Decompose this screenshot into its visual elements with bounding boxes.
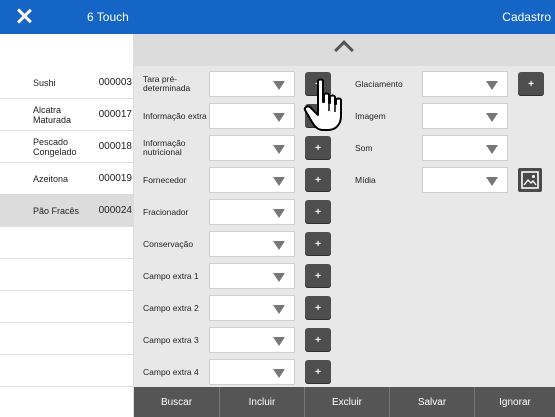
field-label: Imagem bbox=[355, 111, 386, 121]
field-label: Campo extra 1 bbox=[143, 270, 199, 281]
list-item[interactable]: Alcatra Maturada 000017 bbox=[0, 99, 134, 131]
conservacao-select[interactable] bbox=[209, 231, 295, 257]
list-item-selected[interactable]: Pão Fracês 000024 bbox=[0, 195, 134, 227]
list-item-code: 000018 bbox=[98, 141, 132, 152]
close-icon[interactable] bbox=[16, 8, 32, 24]
list-item-empty[interactable] bbox=[0, 323, 134, 355]
field-label: Tara pré-determinada bbox=[143, 74, 191, 93]
list-item-empty[interactable] bbox=[0, 259, 134, 291]
info-nutricional-select[interactable] bbox=[209, 135, 295, 161]
tara-select[interactable] bbox=[209, 71, 295, 97]
incluir-button[interactable]: Incluir bbox=[220, 387, 305, 417]
info-extra-select[interactable] bbox=[209, 103, 295, 129]
dropdown-arrow-icon bbox=[486, 145, 498, 154]
fornecedor-select[interactable] bbox=[209, 167, 295, 193]
field-label: Som bbox=[355, 143, 373, 153]
chevron-up-icon[interactable] bbox=[334, 40, 354, 60]
dropdown-arrow-icon bbox=[273, 273, 285, 282]
field-label: Fornecedor bbox=[143, 174, 187, 185]
list-item[interactable]: Pescado Congelado 000018 bbox=[0, 131, 134, 163]
list-item-code: 000017 bbox=[98, 109, 132, 120]
product-list: Sushi 000003 Alcatra Maturada 000017 Pes… bbox=[0, 34, 134, 417]
list-item-name: Alcatra Maturada bbox=[33, 104, 72, 125]
app-title: 6 Touch bbox=[87, 10, 129, 24]
imagem-select[interactable] bbox=[422, 103, 508, 129]
add-campo-extra-3-button[interactable]: + bbox=[305, 328, 331, 352]
add-info-nutricional-button[interactable]: + bbox=[305, 136, 331, 160]
list-item-code: 000019 bbox=[98, 173, 132, 184]
buscar-button[interactable]: Buscar bbox=[134, 387, 220, 417]
dropdown-arrow-icon bbox=[273, 305, 285, 314]
list-item-code: 000003 bbox=[98, 77, 132, 88]
list-item-empty[interactable] bbox=[0, 355, 134, 387]
list-item-name: Sushi bbox=[33, 77, 56, 88]
campo-extra-4-select[interactable] bbox=[209, 359, 295, 385]
list-item-name: Pão Fracês bbox=[33, 205, 80, 216]
field-label: Informação nutricional bbox=[143, 138, 186, 157]
dropdown-arrow-icon bbox=[273, 145, 285, 154]
field-label: Campo extra 3 bbox=[143, 334, 199, 345]
campo-extra-3-select[interactable] bbox=[209, 327, 295, 353]
salvar-button[interactable]: Salvar bbox=[390, 387, 475, 417]
add-campo-extra-4-button[interactable]: + bbox=[305, 360, 331, 384]
som-select[interactable] bbox=[422, 135, 508, 161]
field-label: Campo extra 2 bbox=[143, 302, 199, 313]
list-item-name: Azeitona bbox=[33, 173, 69, 184]
picture-icon bbox=[521, 171, 539, 189]
add-campo-extra-1-button[interactable]: + bbox=[305, 264, 331, 288]
dropdown-arrow-icon bbox=[273, 81, 285, 90]
list-item-empty[interactable] bbox=[0, 291, 134, 323]
collapse-bar bbox=[134, 34, 555, 66]
field-label: Campo extra 4 bbox=[143, 366, 199, 377]
dropdown-arrow-icon bbox=[486, 177, 498, 186]
add-fracionador-button[interactable]: + bbox=[305, 200, 331, 224]
dropdown-arrow-icon bbox=[273, 209, 285, 218]
dropdown-arrow-icon bbox=[273, 241, 285, 250]
campo-extra-1-select[interactable] bbox=[209, 263, 295, 289]
dropdown-arrow-icon bbox=[486, 81, 498, 90]
glaciamento-select[interactable] bbox=[422, 71, 508, 97]
action-bar: Buscar Incluir Excluir Salvar Ignorar bbox=[134, 387, 555, 417]
list-item-empty[interactable] bbox=[0, 227, 134, 259]
add-fornecedor-button[interactable]: + bbox=[305, 168, 331, 192]
field-label: Informação extra bbox=[143, 110, 207, 121]
add-info-extra-button[interactable]: + bbox=[305, 104, 331, 128]
add-conservacao-button[interactable]: + bbox=[305, 232, 331, 256]
dropdown-arrow-icon bbox=[486, 113, 498, 122]
dropdown-arrow-icon bbox=[273, 337, 285, 346]
media-picture-button[interactable] bbox=[518, 168, 542, 192]
list-item-name: Pescado Congelado bbox=[33, 136, 77, 157]
ignorar-button[interactable]: Ignorar bbox=[475, 387, 555, 417]
dropdown-arrow-icon bbox=[273, 177, 285, 186]
add-campo-extra-2-button[interactable]: + bbox=[305, 296, 331, 320]
list-item[interactable]: Azeitona 000019 bbox=[0, 163, 134, 195]
midia-select[interactable] bbox=[422, 167, 508, 193]
field-label: Fracionador bbox=[143, 206, 189, 217]
section-title: Cadastro bbox=[502, 10, 551, 24]
list-item[interactable]: Sushi 000003 bbox=[0, 67, 134, 99]
add-glaciamento-button[interactable]: + bbox=[518, 72, 544, 96]
dropdown-arrow-icon bbox=[273, 113, 285, 122]
field-label: Glaciamento bbox=[355, 79, 403, 89]
app-header: 6 Touch Cadastro bbox=[0, 0, 555, 34]
list-item-code: 000024 bbox=[98, 205, 132, 216]
campo-extra-2-select[interactable] bbox=[209, 295, 295, 321]
field-label: Conservação bbox=[143, 238, 194, 249]
field-label: Mídia bbox=[355, 175, 376, 185]
dropdown-arrow-icon bbox=[273, 369, 285, 378]
excluir-button[interactable]: Excluir bbox=[305, 387, 390, 417]
form-panel: Tara pré-determinada Informação extra In… bbox=[134, 34, 555, 387]
add-tara-button[interactable]: + bbox=[305, 72, 331, 96]
fracionador-select[interactable] bbox=[209, 199, 295, 225]
